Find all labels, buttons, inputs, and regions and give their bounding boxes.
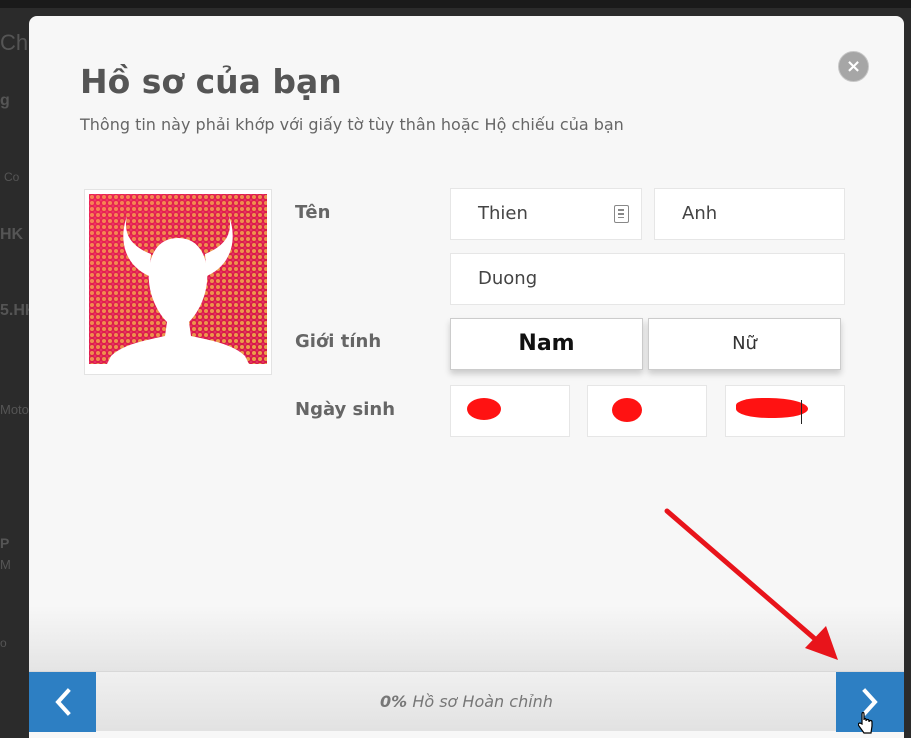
hand-cursor-icon — [858, 712, 873, 734]
background-fragment: Ch — [0, 30, 29, 55]
background-fragment: Moto — [0, 402, 29, 417]
redaction-mark — [612, 398, 642, 422]
gender-option-female[interactable]: Nữ — [648, 318, 841, 370]
gender-option-male[interactable]: Nam — [450, 318, 643, 370]
text-caret — [801, 400, 802, 424]
background-fragment: M — [0, 557, 11, 572]
background-fragment: o — [0, 636, 7, 650]
progress-percent: 0% — [380, 692, 408, 711]
dob-label: Ngày sinh — [295, 399, 396, 420]
middle-name-field[interactable]: Anh — [654, 188, 845, 240]
avatar[interactable] — [84, 189, 272, 375]
background-fragment: HK — [0, 226, 24, 243]
last-name-field[interactable]: Duong — [450, 253, 845, 305]
background-fragment: Co — [4, 170, 20, 184]
dob-day-field[interactable] — [450, 385, 570, 437]
background-topbar — [0, 0, 911, 8]
first-name-field[interactable]: Thien — [450, 188, 642, 240]
progress-label: Hồ sơ Hoàn chỉnh — [412, 692, 553, 711]
avatar-image — [89, 194, 267, 372]
background-fragment: P — [0, 535, 10, 551]
redaction-mark — [467, 398, 501, 420]
middle-name-value: Anh — [682, 203, 718, 224]
dob-month-field[interactable] — [587, 385, 707, 437]
name-label: Tên — [295, 202, 331, 223]
close-icon: × — [845, 56, 862, 77]
modal-footer: 0% Hồ sơ Hoàn chỉnh — [29, 671, 904, 732]
dob-year-field[interactable] — [725, 385, 845, 437]
gender-option-label: Nữ — [732, 333, 757, 354]
redaction-mark — [736, 398, 808, 418]
gender-option-label: Nam — [518, 331, 575, 356]
contact-card-icon[interactable] — [614, 205, 629, 223]
background-fragment: g — [0, 92, 10, 109]
last-name-value: Duong — [478, 268, 538, 289]
modal-bottom-fade — [29, 606, 904, 672]
modal-subtitle: Thông tin này phải khớp với giấy tờ tùy … — [80, 115, 624, 134]
first-name-value: Thien — [478, 203, 528, 224]
gender-label: Giới tính — [295, 331, 382, 352]
close-button[interactable]: × — [838, 51, 869, 82]
profile-progress: 0% Hồ sơ Hoàn chỉnh — [29, 692, 904, 711]
profile-modal: Hồ sơ của bạn Thông tin này phải khớp vớ… — [29, 16, 904, 738]
modal-title: Hồ sơ của bạn — [80, 62, 342, 101]
avatar-silhouette-icon — [89, 194, 267, 372]
